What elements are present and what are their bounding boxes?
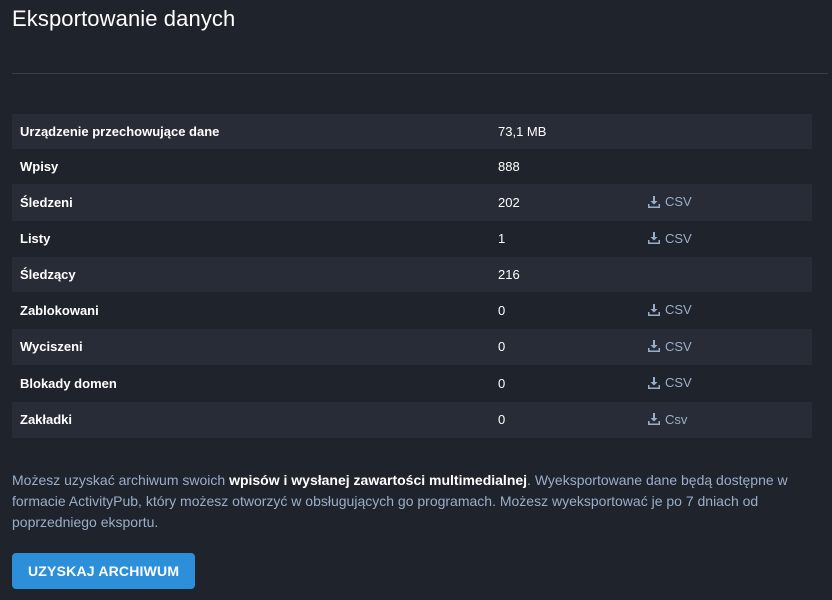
csv-download-link-bookmarks[interactable]: Csv — [648, 402, 687, 437]
csv-download-link-following[interactable]: CSV — [648, 184, 692, 219]
export-data-page: Eksportowanie danych Urządzenie przechow… — [0, 0, 832, 600]
row-action — [640, 257, 812, 292]
row-label: Zakładki — [20, 412, 73, 428]
row-value: 202 — [498, 194, 520, 210]
hint-prefix: Możesz uzyskać archiwum swoich — [12, 472, 230, 488]
download-icon — [648, 303, 660, 316]
row-label: Wpisy — [20, 159, 59, 174]
row-value: 0 — [498, 375, 506, 391]
csv-label: CSV — [665, 375, 692, 390]
download-icon — [648, 340, 660, 352]
table-row: Śledzeni 202 CSV — [12, 184, 812, 221]
csv-download-link-muted[interactable]: CSV — [648, 329, 692, 364]
table-row: Listy 1 CSV — [12, 220, 812, 258]
export-stats-table: Urządzenie przechowujące dane 73,1 MB Wp… — [12, 114, 812, 438]
csv-label: Csv — [665, 411, 688, 427]
table-row: Urządzenie przechowujące dane 73,1 MB — [12, 114, 812, 149]
row-value: 216 — [498, 267, 520, 282]
row-value: 0 — [498, 339, 506, 355]
csv-label: CSV — [665, 194, 692, 209]
row-label: Zablokowani — [20, 302, 99, 318]
row-label: Blokady domen — [20, 375, 117, 391]
row-label: Listy — [20, 231, 51, 247]
csv-label: CSV — [665, 230, 692, 246]
request-archive-button[interactable]: Uzyskaj archiwum — [12, 553, 196, 589]
row-action: CSV — [640, 292, 812, 329]
hint-emphasis: wpisów i wysłanej zawartości multimedial… — [229, 472, 528, 488]
row-value: 0 — [498, 412, 506, 428]
divider — [12, 73, 828, 74]
table-row: Blokady domen 0 CSV — [12, 365, 812, 402]
row-action: CSV — [640, 365, 812, 402]
table-row: Zablokowani 0 CSV — [12, 292, 812, 329]
row-action: Csv — [640, 402, 812, 439]
row-action: CSV — [640, 329, 812, 366]
csv-label: CSV — [665, 302, 692, 317]
csv-download-link-domain-blocks[interactable]: CSV — [648, 365, 692, 400]
csv-label: CSV — [665, 338, 692, 354]
row-label: Śledzeni — [20, 194, 73, 210]
download-icon — [648, 413, 660, 425]
table-row: Wpisy 888 — [12, 149, 812, 184]
row-action — [640, 149, 812, 184]
download-icon — [648, 232, 660, 244]
row-label: Wyciszeni — [20, 339, 83, 355]
csv-download-link-blocked[interactable]: CSV — [648, 292, 692, 327]
row-value: 0 — [498, 302, 506, 318]
row-action — [640, 114, 812, 149]
archive-hint-text: Możesz uzyskać archiwum swoich wpisów i … — [12, 470, 802, 533]
row-value: 888 — [498, 159, 520, 174]
table-row: Śledzący 216 — [12, 257, 812, 292]
table-row: Zakładki 0 Csv — [12, 401, 812, 439]
download-icon — [648, 376, 660, 389]
csv-download-link-lists[interactable]: CSV — [648, 221, 692, 256]
row-action: CSV — [640, 221, 812, 258]
table-row: Wyciszeni 0 CSV — [12, 328, 812, 366]
row-label: Urządzenie przechowujące dane — [20, 124, 220, 139]
download-icon — [648, 195, 660, 208]
row-label: Śledzący — [20, 267, 76, 282]
row-value: 73,1 MB — [498, 124, 547, 139]
row-action: CSV — [640, 184, 812, 221]
page-title: Eksportowanie danych — [12, 6, 236, 31]
row-value: 1 — [498, 231, 506, 247]
